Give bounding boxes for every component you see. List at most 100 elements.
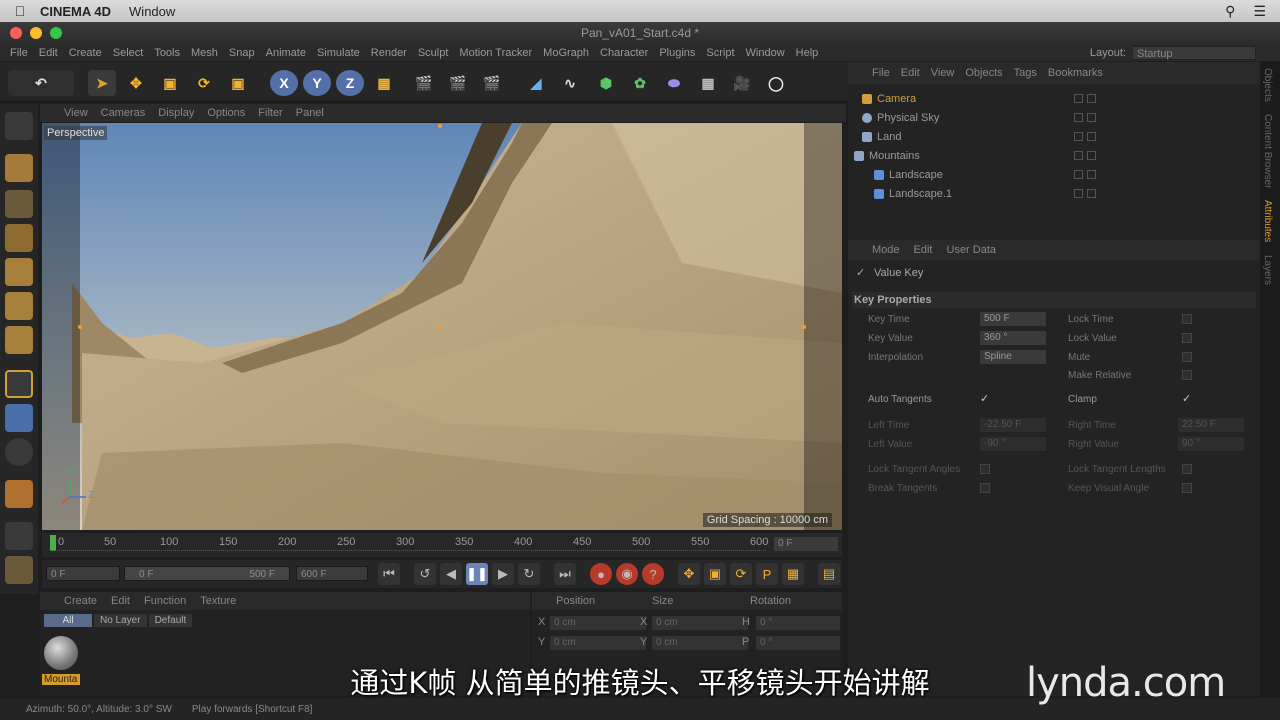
snap-icon[interactable]: [5, 438, 33, 466]
window-menu[interactable]: Window: [129, 4, 175, 19]
render-toggle[interactable]: [1087, 132, 1096, 141]
filter-no-layer[interactable]: No Layer: [94, 614, 147, 627]
previous-frame-icon[interactable]: ◀: [440, 563, 462, 585]
playhead-marker[interactable]: [50, 535, 56, 551]
lock-time-checkbox[interactable]: [1182, 314, 1192, 324]
menu-mograph[interactable]: MoGraph: [543, 47, 589, 59]
z-axis-lock-icon[interactable]: Z: [336, 70, 364, 96]
menu-plugins[interactable]: Plugins: [659, 47, 695, 59]
record-point-level-icon[interactable]: ▦: [782, 563, 804, 585]
menu-snap[interactable]: Snap: [229, 47, 255, 59]
coordinate-system-icon[interactable]: ▦: [370, 70, 398, 96]
auto-tangents-checkbox[interactable]: ✓: [980, 392, 989, 405]
tweak-mode-icon[interactable]: [5, 404, 33, 432]
rotate-tool-icon[interactable]: ⟳: [190, 70, 218, 96]
grid-snap-icon[interactable]: [5, 556, 33, 584]
lock-tangent-lengths-checkbox[interactable]: [1182, 464, 1192, 474]
y-axis-lock-icon[interactable]: Y: [303, 70, 331, 96]
light-icon[interactable]: ◯: [762, 70, 790, 96]
menu-help[interactable]: Help: [796, 47, 819, 59]
polygons-mode-icon[interactable]: [5, 326, 33, 354]
visibility-toggle[interactable]: [1074, 189, 1083, 198]
next-frame-icon[interactable]: ▶: [492, 563, 514, 585]
perspective-viewport[interactable]: Perspective Y Z Grid Spacing : 10000 cm: [42, 123, 842, 530]
record-position-icon[interactable]: ✥: [678, 563, 700, 585]
keyframe-selection-icon[interactable]: ?: [642, 563, 664, 585]
om-menu-file[interactable]: File: [872, 67, 890, 79]
object-row-physical-sky[interactable]: Physical Sky: [862, 109, 939, 127]
key-value-field[interactable]: 360 °: [980, 331, 1046, 345]
apple-icon[interactable]: : [0, 3, 40, 19]
material-menu-edit[interactable]: Edit: [111, 595, 130, 607]
record-parameter-icon[interactable]: P: [756, 563, 778, 585]
clamp-checkbox[interactable]: ✓: [1182, 392, 1191, 405]
autokeying-icon[interactable]: ◉: [616, 563, 638, 585]
material-menu-create[interactable]: Create: [64, 595, 97, 607]
render-toggle[interactable]: [1087, 189, 1096, 198]
viewport-menu-display[interactable]: Display: [158, 107, 194, 119]
move-tool-icon[interactable]: ✥: [122, 70, 150, 96]
menu-script[interactable]: Script: [706, 47, 734, 59]
key-properties-section[interactable]: Key Properties: [852, 292, 1256, 308]
camera-icon[interactable]: 🎥: [728, 70, 756, 96]
right-value-field[interactable]: 90 °: [1178, 437, 1244, 451]
menu-sculpt[interactable]: Sculpt: [418, 47, 449, 59]
cube-primitive-icon[interactable]: ◢: [522, 70, 550, 96]
notification-center-icon[interactable]: ☰: [1253, 3, 1266, 20]
workplane-mode-icon[interactable]: [5, 224, 33, 252]
menu-tools[interactable]: Tools: [154, 47, 180, 59]
make-relative-checkbox[interactable]: [1182, 370, 1192, 380]
filter-default[interactable]: Default: [148, 614, 193, 627]
range-slider[interactable]: 0 F 500 F: [124, 566, 290, 581]
viewport-camera-label[interactable]: Perspective: [44, 126, 108, 140]
menu-motion-tracker[interactable]: Motion Tracker: [459, 47, 532, 59]
menu-mesh[interactable]: Mesh: [191, 47, 218, 59]
rotation-p-field[interactable]: 0 °: [756, 636, 840, 650]
object-row-mountains[interactable]: Mountains: [854, 147, 920, 165]
timeline-window-icon[interactable]: ▤: [818, 563, 840, 585]
om-menu-tags[interactable]: Tags: [1014, 67, 1037, 79]
object-row-landscape[interactable]: Landscape: [874, 166, 943, 184]
floor-icon[interactable]: ▦: [694, 70, 722, 96]
render-toggle[interactable]: [1087, 151, 1096, 160]
viewport-menu-cameras[interactable]: Cameras: [101, 107, 146, 119]
om-menu-edit[interactable]: Edit: [901, 67, 920, 79]
visibility-toggle[interactable]: [1074, 151, 1083, 160]
make-editable-icon[interactable]: [5, 112, 33, 140]
menu-create[interactable]: Create: [69, 47, 102, 59]
viewport-menu-filter[interactable]: Filter: [258, 107, 282, 119]
visibility-toggle[interactable]: [1074, 170, 1083, 179]
go-to-end-icon[interactable]: ⏭: [554, 563, 576, 585]
pause-icon[interactable]: ❚❚: [466, 563, 488, 585]
visibility-toggle[interactable]: [1074, 132, 1083, 141]
filter-all[interactable]: All: [44, 614, 92, 627]
viewport-menu-panel[interactable]: Panel: [296, 107, 324, 119]
app-menu[interactable]: CINEMA 4D: [40, 4, 111, 19]
mute-checkbox[interactable]: [1182, 352, 1192, 362]
render-to-picture-viewer-icon[interactable]: 🎬: [444, 70, 472, 96]
current-frame-field[interactable]: 0 F: [774, 537, 838, 551]
position-y-field[interactable]: 0 cm: [550, 636, 646, 650]
object-row-land[interactable]: Land: [862, 128, 901, 146]
visibility-toggle[interactable]: [1074, 94, 1083, 103]
right-time-field[interactable]: 22.50 F: [1178, 418, 1244, 432]
points-mode-icon[interactable]: [5, 258, 33, 286]
menu-character[interactable]: Character: [600, 47, 648, 59]
lock-value-checkbox[interactable]: [1182, 333, 1192, 343]
left-time-field[interactable]: -22.50 F: [980, 418, 1046, 432]
record-keys-icon[interactable]: ●: [590, 563, 612, 585]
am-menu-user-data[interactable]: User Data: [947, 244, 997, 256]
render-view-icon[interactable]: 🎬: [410, 70, 438, 96]
viewport-menu-options[interactable]: Options: [207, 107, 245, 119]
lock-tangent-angles-checkbox[interactable]: [980, 464, 990, 474]
om-menu-view[interactable]: View: [931, 67, 955, 79]
spline-pen-icon[interactable]: ∿: [556, 70, 584, 96]
last-tool-icon[interactable]: ▣: [224, 70, 252, 96]
next-key-icon[interactable]: ↻: [518, 563, 540, 585]
magnet-icon[interactable]: [5, 480, 33, 508]
position-x-field[interactable]: 0 cm: [550, 616, 646, 630]
viewport-menu-view[interactable]: View: [64, 107, 88, 119]
break-tangents-checkbox[interactable]: [980, 483, 990, 493]
previous-key-icon[interactable]: ↺: [414, 563, 436, 585]
record-rotation-icon[interactable]: ⟳: [730, 563, 752, 585]
